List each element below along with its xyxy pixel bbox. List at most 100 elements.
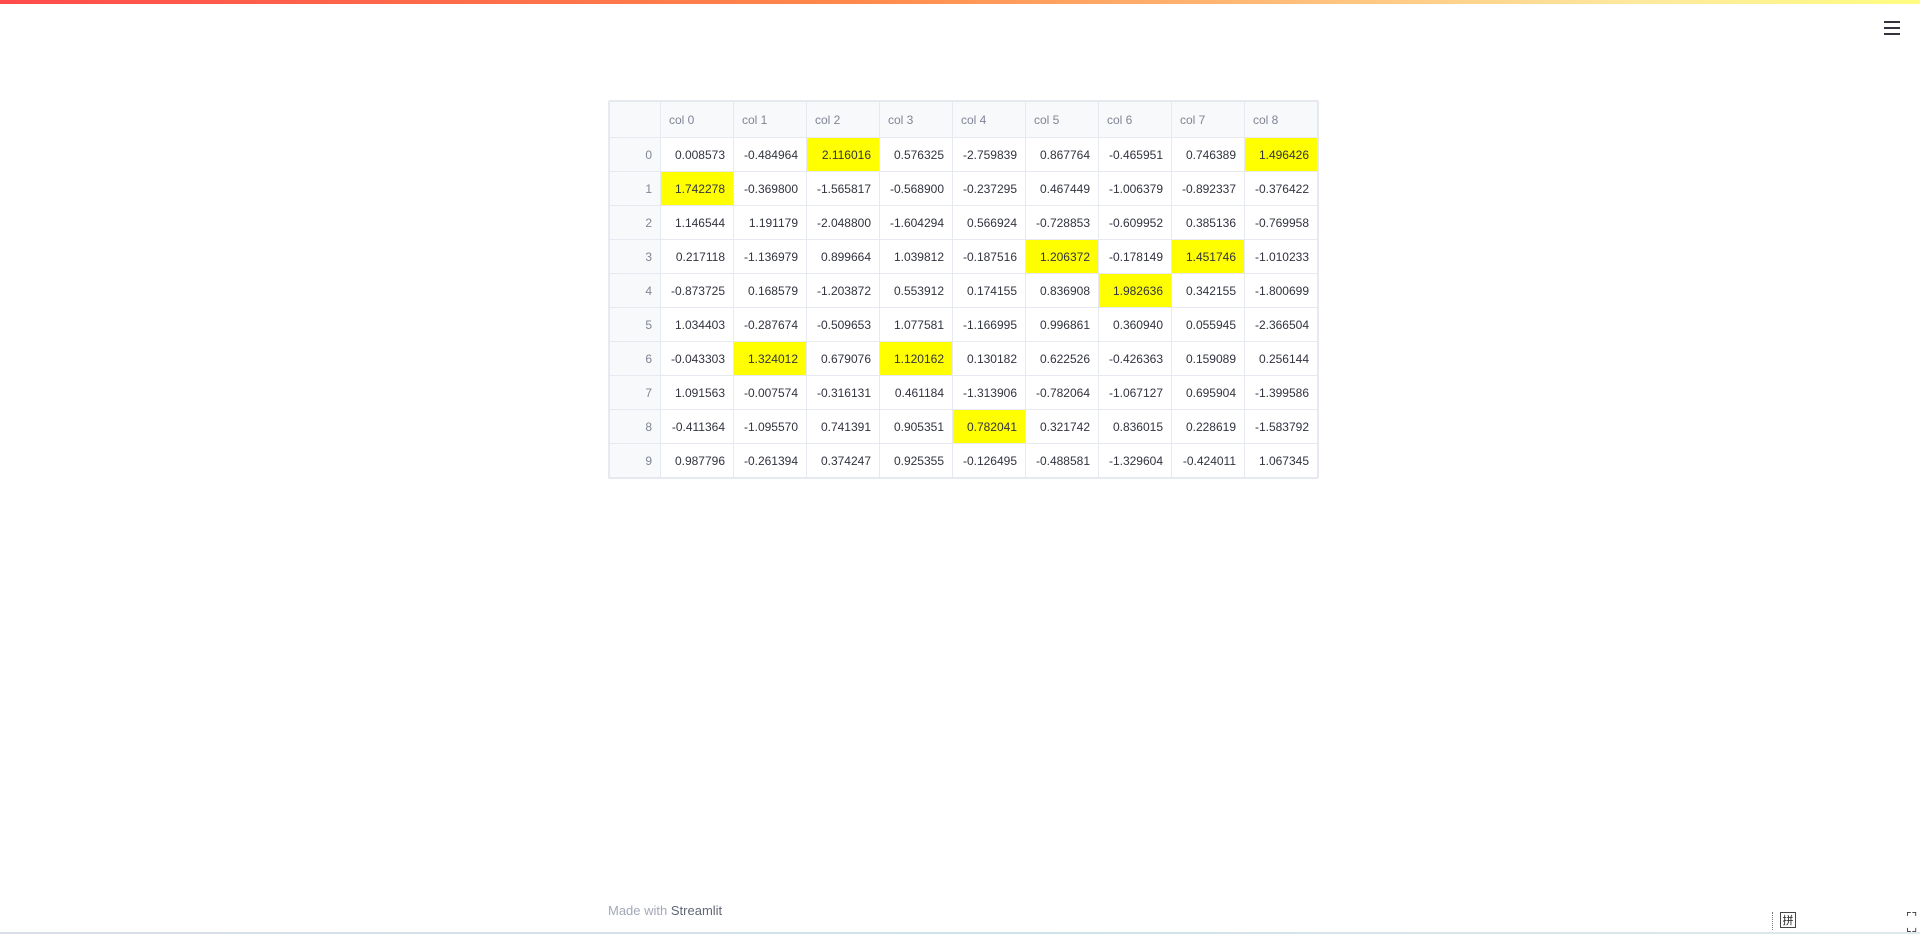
column-header[interactable]: col 4 [952,101,1026,138]
table-cell[interactable]: 0.174155 [952,273,1026,308]
table-cell[interactable]: 0.385136 [1171,205,1245,240]
table-cell[interactable]: -0.873725 [660,273,734,308]
table-cell[interactable]: -0.376422 [1244,171,1318,206]
table-cell[interactable]: 0.782041 [952,409,1026,444]
table-cell[interactable]: 0.008573 [660,137,734,172]
table-cell[interactable]: -0.782064 [1025,375,1099,410]
table-cell[interactable]: 0.342155 [1171,273,1245,308]
table-cell[interactable]: 0.987796 [660,443,734,478]
table-cell[interactable]: 1.742278 [660,171,734,206]
table-cell[interactable]: 1.091563 [660,375,734,410]
table-cell[interactable]: 1.146544 [660,205,734,240]
table-cell[interactable]: -0.237295 [952,171,1026,206]
table-cell[interactable]: -1.313906 [952,375,1026,410]
table-cell[interactable]: 2.116016 [806,137,880,172]
table-cell[interactable]: 0.741391 [806,409,880,444]
table-cell[interactable]: 0.867764 [1025,137,1099,172]
column-header[interactable]: col 8 [1244,101,1318,138]
table-cell[interactable]: 0.695904 [1171,375,1245,410]
table-cell[interactable]: -0.426363 [1098,341,1172,376]
column-header[interactable]: col 5 [1025,101,1099,138]
table-cell[interactable]: -1.095570 [733,409,807,444]
pinyin-ime-icon[interactable]: 拼 [1780,912,1796,928]
table-cell[interactable]: 0.168579 [733,273,807,308]
table-cell[interactable]: -2.048800 [806,205,880,240]
table-cell[interactable]: 0.217118 [660,239,734,274]
table-cell[interactable]: 1.077581 [879,307,953,342]
table-cell[interactable]: -0.369800 [733,171,807,206]
table-cell[interactable]: 0.836015 [1098,409,1172,444]
table-cell[interactable]: 0.467449 [1025,171,1099,206]
table-cell[interactable]: 1.067345 [1244,443,1318,478]
table-cell[interactable]: -0.728853 [1025,205,1099,240]
table-cell[interactable]: -1.136979 [733,239,807,274]
table-cell[interactable]: -1.010233 [1244,239,1318,274]
table-cell[interactable]: 0.461184 [879,375,953,410]
column-header[interactable]: col 0 [660,101,734,138]
table-cell[interactable]: -1.006379 [1098,171,1172,206]
table-cell[interactable]: 0.566924 [952,205,1026,240]
table-cell[interactable]: 1.039812 [879,239,953,274]
table-cell[interactable]: -0.424011 [1171,443,1245,478]
table-cell[interactable]: -1.604294 [879,205,953,240]
table-cell[interactable]: 0.925355 [879,443,953,478]
column-header[interactable]: col 1 [733,101,807,138]
table-cell[interactable]: 0.553912 [879,273,953,308]
table-cell[interactable]: -0.287674 [733,307,807,342]
table-cell[interactable]: 0.576325 [879,137,953,172]
table-cell[interactable]: -0.892337 [1171,171,1245,206]
table-cell[interactable]: -1.800699 [1244,273,1318,308]
column-header[interactable]: col 7 [1171,101,1245,138]
table-cell[interactable]: 0.055945 [1171,307,1245,342]
table-cell[interactable]: 1.324012 [733,341,807,376]
table-cell[interactable]: 0.996861 [1025,307,1099,342]
table-cell[interactable]: -1.203872 [806,273,880,308]
table-cell[interactable]: 1.191179 [733,205,807,240]
table-cell[interactable]: 1.451746 [1171,239,1245,274]
table-cell[interactable]: 1.496426 [1244,137,1318,172]
table-cell[interactable]: 0.321742 [1025,409,1099,444]
column-header[interactable]: col 2 [806,101,880,138]
table-cell[interactable]: -0.568900 [879,171,953,206]
table-cell[interactable]: 0.256144 [1244,341,1318,376]
table-cell[interactable]: -1.583792 [1244,409,1318,444]
table-cell[interactable]: -0.411364 [660,409,734,444]
table-cell[interactable]: -1.329604 [1098,443,1172,478]
table-cell[interactable]: -0.488581 [1025,443,1099,478]
table-cell[interactable]: 0.836908 [1025,273,1099,308]
table-cell[interactable]: -0.769958 [1244,205,1318,240]
table-cell[interactable]: 0.679076 [806,341,880,376]
table-cell[interactable]: 0.374247 [806,443,880,478]
table-cell[interactable]: 0.622526 [1025,341,1099,376]
table-cell[interactable]: 0.360940 [1098,307,1172,342]
table-cell[interactable]: -0.484964 [733,137,807,172]
table-cell[interactable]: 0.746389 [1171,137,1245,172]
table-cell[interactable]: 1.206372 [1025,239,1099,274]
table-cell[interactable]: -0.316131 [806,375,880,410]
table-cell[interactable]: 0.905351 [879,409,953,444]
table-cell[interactable]: -1.565817 [806,171,880,206]
table-cell[interactable]: -0.126495 [952,443,1026,478]
table-cell[interactable]: -0.465951 [1098,137,1172,172]
table-cell[interactable]: 1.982636 [1098,273,1172,308]
table-cell[interactable]: -1.399586 [1244,375,1318,410]
table-cell[interactable]: -0.043303 [660,341,734,376]
table-cell[interactable]: 0.130182 [952,341,1026,376]
table-cell[interactable]: -0.007574 [733,375,807,410]
table-cell[interactable]: 1.120162 [879,341,953,376]
table-cell[interactable]: 0.228619 [1171,409,1245,444]
table-cell[interactable]: -1.166995 [952,307,1026,342]
table-cell[interactable]: -2.366504 [1244,307,1318,342]
table-cell[interactable]: -0.609952 [1098,205,1172,240]
column-header[interactable]: col 3 [879,101,953,138]
column-header[interactable]: col 6 [1098,101,1172,138]
table-cell[interactable]: 1.034403 [660,307,734,342]
table-cell[interactable]: -0.178149 [1098,239,1172,274]
streamlit-link[interactable]: Streamlit [671,903,722,918]
table-cell[interactable]: -1.067127 [1098,375,1172,410]
table-cell[interactable]: 0.159089 [1171,341,1245,376]
expand-icon[interactable]: ⌜⌝ ⌞⌟ [1906,911,1917,933]
table-cell[interactable]: 0.899664 [806,239,880,274]
table-cell[interactable]: -0.261394 [733,443,807,478]
table-cell[interactable]: -0.187516 [952,239,1026,274]
